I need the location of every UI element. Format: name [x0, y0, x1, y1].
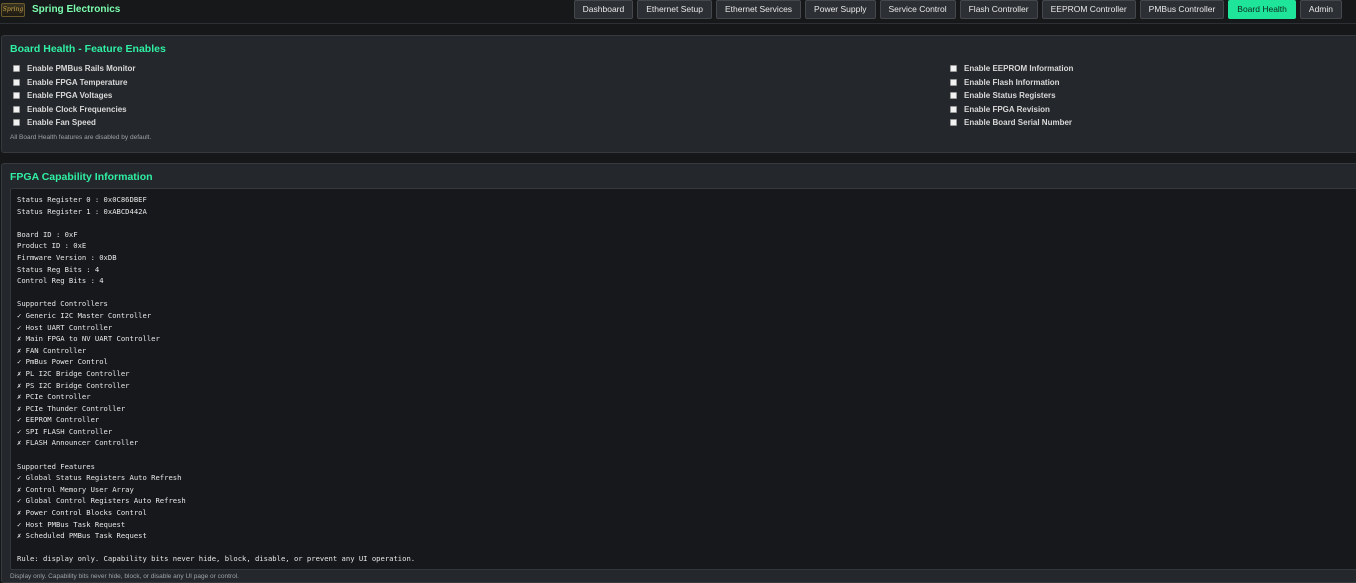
capability-line: ✗ FAN Controller	[17, 345, 87, 355]
feature-enables-left-column: Enable PMBus Rails Monitor Enable FPGA Te…	[13, 62, 135, 130]
capability-line: ✗ Main FPGA to NV UART Controller	[17, 334, 160, 344]
capability-title: FPGA Capability Information	[10, 171, 153, 183]
checkbox-label: Enable FPGA Voltages	[27, 91, 113, 101]
tab-eeprom-controller[interactable]: EEPROM Controller	[1041, 0, 1136, 19]
tab-power-supply[interactable]: Power Supply	[805, 0, 876, 19]
capability-line: ✗ Power Control Blocks Control	[17, 508, 147, 518]
checkbox[interactable]	[950, 92, 957, 100]
checkbox[interactable]	[950, 78, 957, 86]
main-nav: Dashboard Ethernet Setup Ethernet Services…	[573, 0, 1342, 19]
feature-toggle-enable-eeprom-information[interactable]: Enable EEPROM Information	[950, 62, 1073, 76]
feature-enables-panel: Board Health - Feature Enables Enable PM…	[1, 35, 1356, 153]
checkbox[interactable]	[13, 78, 20, 86]
checkbox[interactable]	[950, 105, 957, 113]
feature-toggle-enable-flash-information[interactable]: Enable Flash Information	[950, 76, 1073, 90]
capability-line: ✓ Generic I2C Master Controller	[17, 310, 152, 320]
capability-line: Rule: display only. Capability bits neve…	[17, 554, 416, 564]
capability-line: Control Reg Bits : 4	[17, 276, 104, 286]
capability-line: ✓ Host PMBus Task Request	[17, 519, 126, 529]
checkbox-label: Enable Flash Information	[964, 77, 1060, 87]
capability-line	[17, 542, 1351, 554]
capability-line: Status Register 0 : 0x0C86DBEF	[17, 195, 147, 204]
capability-line: Supported Features	[17, 461, 95, 471]
checkbox-label: Enable FPGA Temperature	[27, 77, 128, 87]
capability-line: ✗ PS I2C Bridge Controller	[17, 380, 130, 390]
feature-enables-title: Board Health - Feature Enables	[10, 43, 166, 55]
capability-line: ✓ Global Control Registers Auto Refresh	[17, 496, 186, 506]
tab-service-control[interactable]: Service Control	[879, 0, 956, 19]
capability-panel: FPGA Capability Information Status Regis…	[1, 163, 1356, 583]
capability-line: ✗ PL I2C Bridge Controller	[17, 368, 130, 378]
tab-board-health[interactable]: Board Health	[1228, 0, 1296, 19]
capability-footer: Display only. Capability bits never hide…	[10, 573, 239, 580]
tab-ethernet-setup[interactable]: Ethernet Setup	[637, 0, 712, 19]
checkbox-label: Enable Fan Speed	[27, 118, 96, 128]
capability-line: Status Reg Bits : 4	[17, 264, 100, 274]
feature-toggle-enable-board-serial-number[interactable]: Enable Board Serial Number	[950, 116, 1073, 130]
feature-toggle-enable-fpga-voltages[interactable]: Enable FPGA Voltages	[13, 89, 135, 103]
brand-name: Spring Electronics	[32, 4, 121, 15]
feature-toggle-enable-status-registers[interactable]: Enable Status Registers	[950, 89, 1073, 103]
capability-line	[17, 449, 1351, 461]
checkbox[interactable]	[13, 119, 20, 127]
capability-line	[17, 287, 1351, 299]
checkbox[interactable]	[13, 105, 20, 113]
capability-line	[17, 217, 1351, 229]
checkbox[interactable]	[950, 119, 957, 127]
checkbox-label: Enable Clock Frequencies	[27, 104, 127, 114]
tab-dashboard[interactable]: Dashboard	[573, 0, 634, 19]
feature-toggle-enable-clock-frequencies[interactable]: Enable Clock Frequencies	[13, 103, 135, 117]
feature-toggle-enable-fpga-temperature[interactable]: Enable FPGA Temperature	[13, 76, 135, 90]
capability-line: ✓ EEPROM Controller	[17, 415, 100, 425]
checkbox-label: Enable Board Serial Number	[964, 118, 1073, 128]
checkbox-label: Enable Status Registers	[964, 91, 1056, 101]
capability-line: ✗ FLASH Announcer Controller	[17, 438, 139, 448]
capability-line: Product ID : 0xE	[17, 241, 87, 251]
checkbox[interactable]	[13, 92, 20, 100]
capability-output: Status Register 0 : 0x0C86DBEF Status Reg…	[10, 188, 1356, 570]
capability-line: ✓ PmBus Power Control	[17, 357, 108, 367]
tab-admin[interactable]: Admin	[1299, 0, 1342, 19]
feature-toggle-enable-fan-speed[interactable]: Enable Fan Speed	[13, 116, 135, 130]
capability-line: ✗ Scheduled PMBus Task Request	[17, 531, 147, 541]
capability-line: Supported Controllers	[17, 299, 108, 309]
feature-enables-note: All Board Health features are disabled b…	[10, 134, 152, 141]
company-logo: Spring	[1, 3, 25, 17]
top-bar: Spring Spring Electronics Dashboard Ether…	[0, 0, 1356, 24]
checkbox-label: Enable PMBus Rails Monitor	[27, 64, 136, 74]
checkbox[interactable]	[13, 65, 20, 73]
tab-flash-controller[interactable]: Flash Controller	[959, 0, 1038, 19]
capability-line: ✗ Control Memory User Array	[17, 484, 134, 494]
capability-line: ✗ PCIe Controller	[17, 392, 91, 402]
tab-ethernet-services[interactable]: Ethernet Services	[715, 0, 802, 19]
capability-line: Status Register 1 : 0xABCD442A	[17, 206, 147, 216]
feature-toggle-enable-fpga-revision[interactable]: Enable FPGA Revision	[950, 103, 1073, 117]
capability-line: Firmware Version : 0xDB	[17, 252, 117, 262]
capability-line: ✓ Global Status Registers Auto Refresh	[17, 473, 182, 483]
capability-line: Board ID : 0xF	[17, 229, 78, 239]
checkbox-label: Enable EEPROM Information	[964, 64, 1074, 74]
checkbox[interactable]	[950, 65, 957, 73]
capability-line: ✓ Host UART Controller	[17, 322, 113, 332]
checkbox-label: Enable FPGA Revision	[964, 104, 1050, 114]
feature-enables-right-column: Enable EEPROM Information Enable Flash In…	[950, 62, 1073, 130]
capability-line: ✓ SPI FLASH Controller	[17, 426, 113, 436]
capability-line: ✗ PCIe Thunder Controller	[17, 403, 126, 413]
tab-pmbus-controller[interactable]: PMBus Controller	[1139, 0, 1225, 19]
feature-toggle-enable-pmbus-rails-monitor[interactable]: Enable PMBus Rails Monitor	[13, 62, 135, 76]
